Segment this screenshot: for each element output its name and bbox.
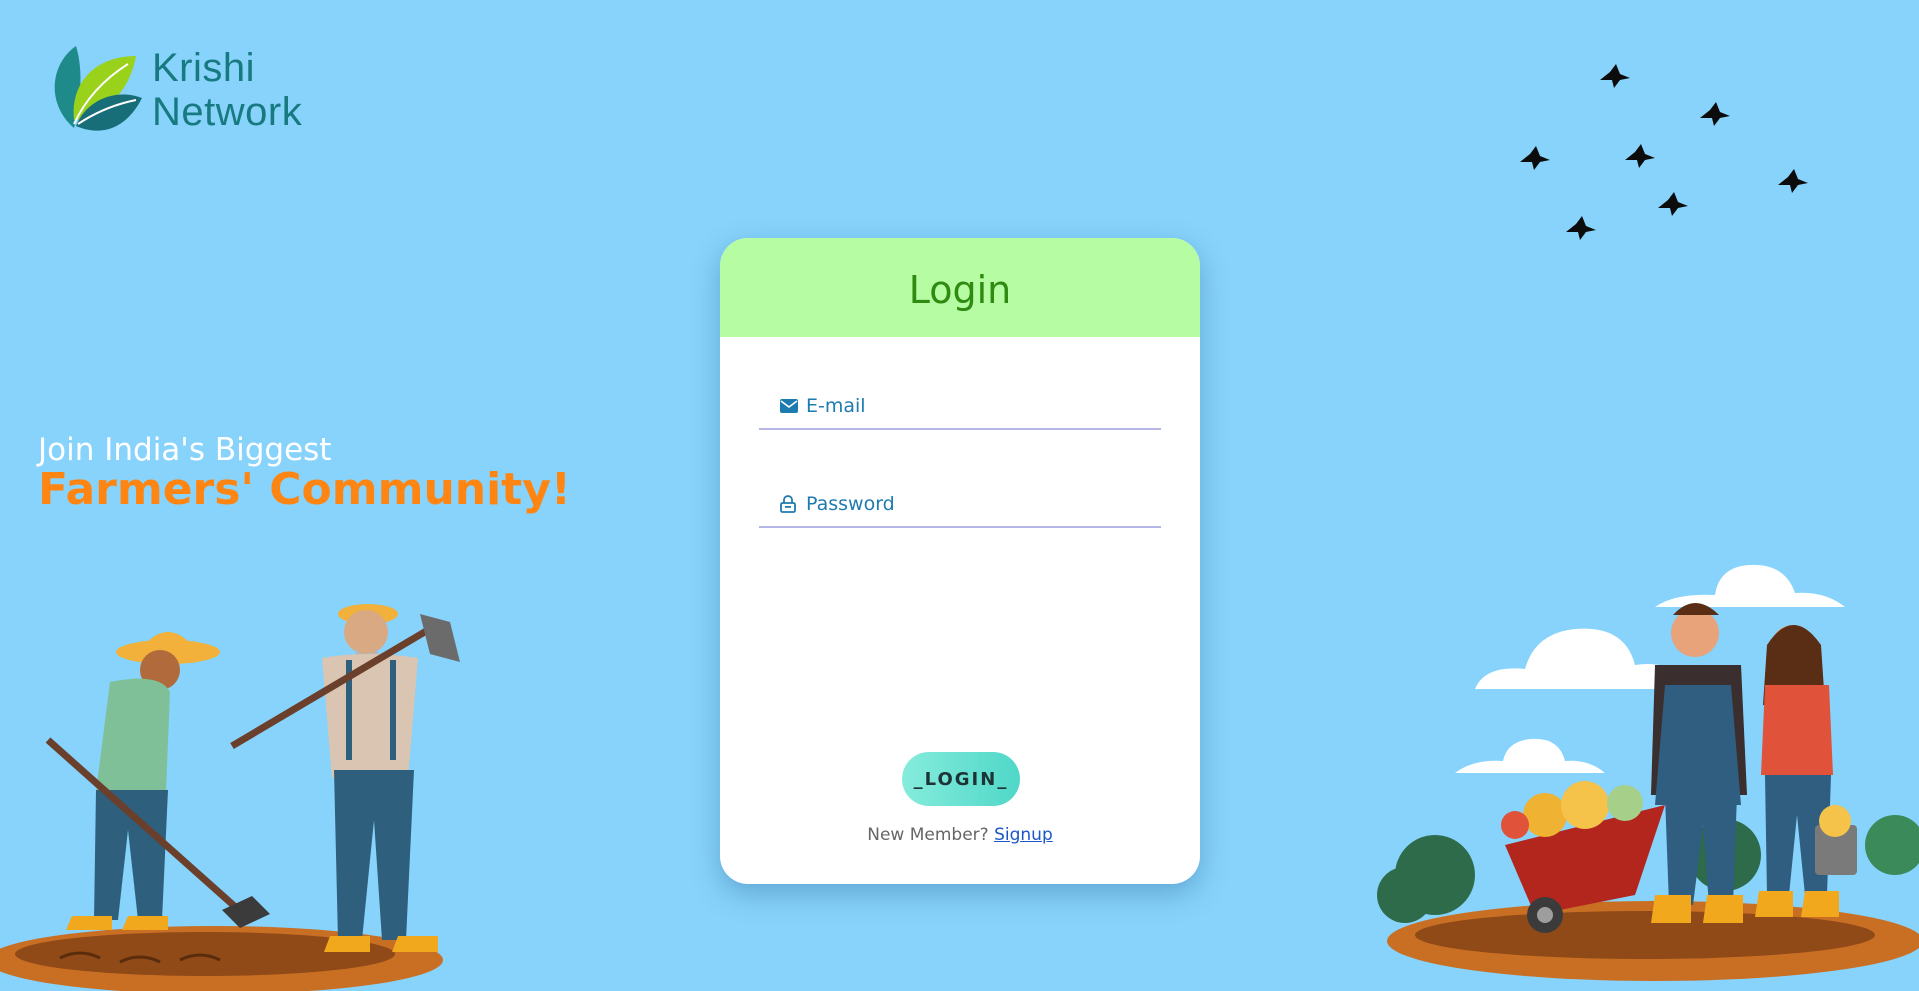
login-card-header: Login (720, 238, 1200, 337)
farmers-left-illustration (0, 604, 460, 991)
brand-name: Krishi Network (152, 46, 302, 134)
email-field[interactable] (759, 384, 1161, 430)
login-title: Login (908, 267, 1012, 312)
signup-prompt: New Member? Signup (720, 825, 1200, 845)
hero-line-2: Farmers' Community! (38, 464, 571, 515)
brand-line-2: Network (152, 90, 303, 134)
login-page: Krishi Network Join India's Biggest Farm… (0, 0, 1919, 991)
lock-icon (780, 495, 798, 513)
hero-tagline: Join India's Biggest Farmers' Community! (38, 432, 571, 514)
hero-line-1: Join India's Biggest (38, 432, 332, 468)
birds-illustration (1520, 64, 1808, 240)
signup-link[interactable]: Signup (994, 825, 1053, 845)
password-field[interactable] (759, 482, 1161, 528)
login-card: Login _LOGIN_ New Membe (720, 238, 1200, 884)
leaf-logo-icon (54, 46, 142, 131)
email-input[interactable] (806, 395, 1146, 417)
brand-logo[interactable]: Krishi Network (46, 42, 302, 138)
envelope-icon (780, 397, 798, 415)
farmers-right-illustration (1377, 564, 1919, 981)
signup-prompt-text: New Member? (867, 825, 989, 845)
brand-line-1: Krishi (152, 46, 256, 90)
password-input[interactable] (806, 493, 1146, 515)
login-button[interactable]: _LOGIN_ (902, 752, 1020, 806)
